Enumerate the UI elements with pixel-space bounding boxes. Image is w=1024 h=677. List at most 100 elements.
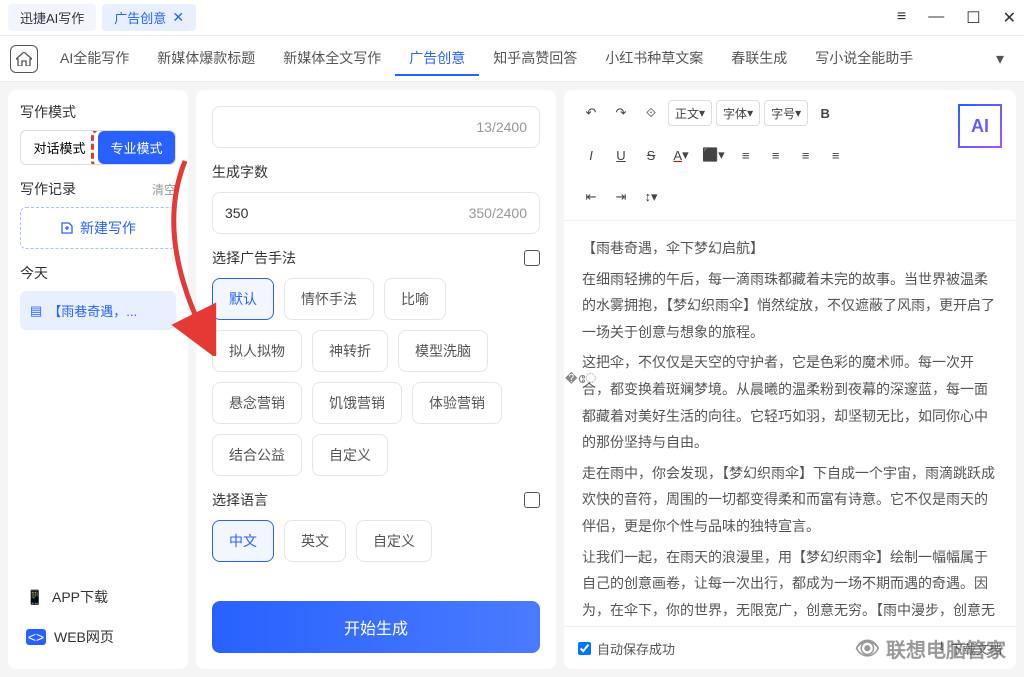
mode-toggle: 对话模式 专业模式	[20, 130, 176, 165]
nav-item[interactable]: 广告创意	[395, 42, 479, 76]
nav-item[interactable]: 新媒体爆款标题	[143, 42, 269, 76]
autosave-input[interactable]	[578, 642, 591, 655]
technique-tag[interactable]: 悬念营销	[212, 382, 302, 424]
close-tab-icon[interactable]: ✕	[172, 9, 184, 26]
autosave-checkbox[interactable]: 自动保存成功	[578, 639, 675, 658]
nav-item[interactable]: AI全能写作	[46, 42, 143, 76]
main-area: 写作模式 对话模式 专业模式 写作记录 清空 新建写作 今天 ▤ 【雨巷奇遇，.…	[0, 82, 1024, 677]
technique-tag[interactable]: 结合公益	[212, 434, 302, 476]
edit-icon[interactable]	[524, 250, 540, 266]
italic-icon[interactable]: I	[578, 142, 604, 168]
underline-icon[interactable]: U	[608, 142, 634, 168]
history-item-label: 【雨巷奇遇，...	[48, 301, 137, 320]
size-dropdown[interactable]: 字号 ▾	[764, 100, 808, 126]
font-dropdown[interactable]: 字体 ▾	[716, 100, 760, 126]
nav-item[interactable]: 小红书种草文案	[591, 42, 717, 76]
technique-tags: 默认情怀手法比喻拟人拟物神转折模型洗脑悬念营销饥饿营销体验营销结合公益自定义	[212, 278, 540, 476]
line-height-icon[interactable]: ↕▾	[638, 184, 664, 210]
web-label: WEB网页	[54, 627, 114, 647]
app-name-tab: 迅捷AI写作	[8, 4, 96, 31]
record-label-text: 写作记录	[20, 179, 76, 199]
close-icon[interactable]: ✕	[1003, 8, 1016, 28]
web-icon: <>	[26, 629, 46, 645]
mode-pro-button[interactable]: 专业模式	[98, 131, 175, 164]
language-tag[interactable]: 中文	[212, 520, 274, 562]
autosave-label: 自动保存成功	[597, 639, 675, 658]
history-item[interactable]: ▤ 【雨巷奇遇，...	[20, 291, 176, 330]
align-left-icon[interactable]: ≡	[733, 142, 759, 168]
undo-icon[interactable]: ↶	[578, 100, 604, 126]
align-justify-icon[interactable]: ≡	[823, 142, 849, 168]
format-paint-icon[interactable]: ⟐	[638, 100, 664, 126]
download-button[interactable]: ⭳ 下载文档	[939, 637, 1002, 659]
active-tab[interactable]: 广告创意 ✕	[102, 4, 196, 31]
technique-tag[interactable]: 默认	[212, 278, 274, 320]
new-write-button[interactable]: 新建写作	[20, 207, 176, 249]
font-color-icon[interactable]: A▾	[668, 142, 694, 168]
technique-tag[interactable]: 模型洗脑	[398, 330, 488, 372]
doc-icon: ▤	[30, 303, 42, 319]
technique-tag[interactable]: 饥饿营销	[312, 382, 402, 424]
highlight-icon[interactable]: ⬛▾	[698, 142, 729, 168]
technique-tag[interactable]: 神转折	[312, 330, 388, 372]
language-label-text: 选择语言	[212, 490, 268, 510]
strike-icon[interactable]: S	[638, 142, 664, 168]
word-count-value: 350	[225, 205, 248, 221]
technique-tag[interactable]: 自定义	[312, 434, 388, 476]
output-footer: 自动保存成功 ⭳ 下载文档	[564, 626, 1016, 669]
output-panel: ↶ ↷ ⟐ 正文 ▾ 字体 ▾ 字号 ▾ B I U S A▾ ⬛▾ ≡ ≡ ≡…	[564, 90, 1016, 669]
edit-icon[interactable]	[524, 492, 540, 508]
nav-items: AI全能写作新媒体爆款标题新媒体全文写作广告创意知乎高赞回答小红书种草文案春联生…	[46, 42, 988, 76]
language-tag[interactable]: 自定义	[356, 520, 432, 562]
indent-right-icon[interactable]: ⇥	[608, 184, 634, 210]
window-controls: ≡ — ☐ ✕	[897, 8, 1016, 28]
home-icon[interactable]	[10, 45, 38, 73]
maximize-icon[interactable]: ☐	[966, 8, 980, 28]
download-label: 下载文档	[950, 639, 1002, 658]
nav-item[interactable]: 写小说全能助手	[801, 42, 927, 76]
mode-label: 写作模式	[20, 102, 176, 122]
technique-tag[interactable]: 拟人拟物	[212, 330, 302, 372]
sidebar: 写作模式 对话模式 专业模式 写作记录 清空 新建写作 今天 ▤ 【雨巷奇遇，.…	[8, 90, 188, 669]
technique-label: 选择广告手法	[212, 248, 540, 268]
bottom-links: 📱 APP下载 <> WEB网页	[20, 577, 176, 657]
technique-tag[interactable]: 情怀手法	[284, 278, 374, 320]
technique-label-text: 选择广告手法	[212, 248, 296, 268]
nav-item[interactable]: 知乎高赞回答	[479, 42, 591, 76]
phone-icon: 📱	[26, 588, 44, 606]
web-link[interactable]: <> WEB网页	[20, 617, 176, 657]
tab-label: 广告创意	[114, 8, 166, 27]
paragraph-dropdown[interactable]: 正文 ▾	[668, 100, 712, 126]
editor-toolbar: ↶ ↷ ⟐ 正文 ▾ 字体 ▾ 字号 ▾ B I U S A▾ ⬛▾ ≡ ≡ ≡…	[564, 90, 1016, 221]
word-count-label: 生成字数	[212, 162, 540, 182]
nav-dropdown-icon[interactable]: ▾	[996, 49, 1004, 69]
app-download-label: APP下载	[52, 587, 108, 607]
technique-tag[interactable]: 体验营销	[412, 382, 502, 424]
today-label: 今天	[20, 263, 176, 283]
clear-button[interactable]: 清空	[152, 181, 176, 198]
minimize-icon[interactable]: —	[928, 8, 944, 28]
topic-input[interactable]: 13/2400	[212, 106, 540, 148]
mode-chat-button[interactable]: 对话模式	[21, 131, 98, 164]
language-tags: 中文英文自定义	[212, 520, 540, 562]
nav-item[interactable]: 春联生成	[717, 42, 801, 76]
content-area[interactable]: 【雨巷奇遇，伞下梦幻启航】在细雨轻拂的午后，每一滴雨珠都藏着未完的故事。当世界被…	[564, 221, 1016, 626]
app-download-link[interactable]: 📱 APP下载	[20, 577, 176, 617]
word-count-input[interactable]: 350 350/2400	[212, 192, 540, 234]
generate-button[interactable]: 开始生成	[212, 601, 540, 653]
bold-icon[interactable]: B	[812, 100, 838, 126]
redo-icon[interactable]: ↷	[608, 100, 634, 126]
align-center-icon[interactable]: ≡	[763, 142, 789, 168]
language-tag[interactable]: 英文	[284, 520, 346, 562]
menu-icon[interactable]: ≡	[897, 8, 906, 28]
drag-handle-icon[interactable]: �േ	[565, 370, 596, 387]
titlebar: 迅捷AI写作 广告创意 ✕ ≡ — ☐ ✕	[0, 0, 1024, 36]
technique-tag[interactable]: 比喻	[384, 278, 446, 320]
form-panel: 13/2400 生成字数 350 350/2400 选择广告手法 默认情怀手法比…	[196, 90, 556, 669]
align-right-icon[interactable]: ≡	[793, 142, 819, 168]
indent-left-icon[interactable]: ⇤	[578, 184, 604, 210]
top-nav: AI全能写作新媒体爆款标题新媒体全文写作广告创意知乎高赞回答小红书种草文案春联生…	[0, 36, 1024, 82]
ai-badge[interactable]: AI	[958, 104, 1002, 148]
nav-item[interactable]: 新媒体全文写作	[269, 42, 395, 76]
download-icon: ⭳	[939, 637, 944, 659]
